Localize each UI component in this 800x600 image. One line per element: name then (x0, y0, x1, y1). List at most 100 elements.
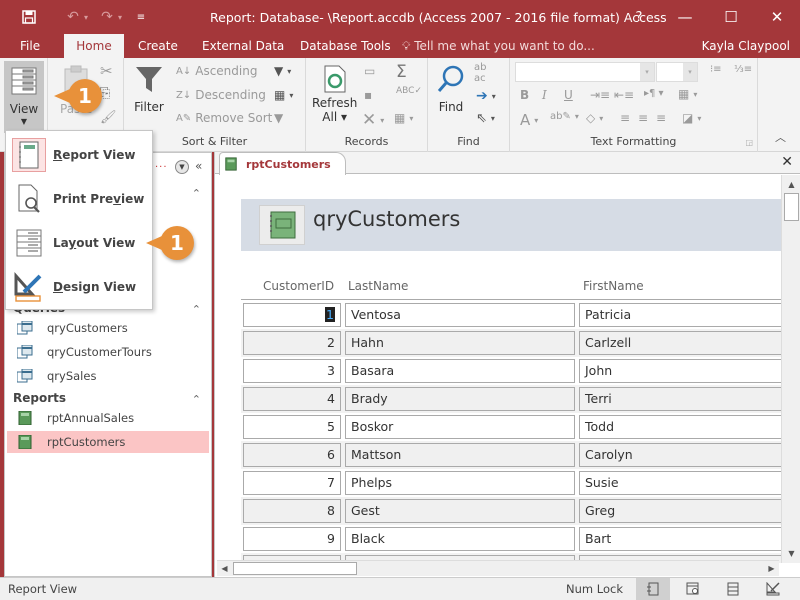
indent-icon[interactable]: ⇥≡ (590, 88, 610, 102)
tab-file[interactable]: File (10, 34, 50, 58)
cell-last-name[interactable]: Basara (345, 359, 575, 383)
nav-item-rptcustomers[interactable]: rptCustomers (7, 431, 209, 453)
tab-external-data[interactable]: External Data (192, 34, 294, 58)
underline-button[interactable]: U (564, 88, 573, 102)
cell-last-name[interactable]: Mattson (345, 443, 575, 467)
cell-last-name[interactable]: Gest (345, 499, 575, 523)
scroll-right-icon[interactable]: ▶ (764, 561, 779, 576)
nav-item-qrycustomers[interactable]: qryCustomers (7, 317, 209, 339)
vertical-scroll-thumb[interactable] (784, 193, 799, 221)
cell-last-name[interactable]: Hahn (345, 331, 575, 355)
save-record-icon[interactable]: ▪ (364, 88, 372, 102)
statusbar-layout-view-button[interactable] (716, 578, 750, 600)
statusbar-print-preview-button[interactable] (676, 578, 710, 600)
cell-first-name[interactable]: Susie (579, 471, 781, 495)
column-header-lastname[interactable]: LastName (348, 279, 408, 293)
column-header-firstname[interactable]: FirstName (583, 279, 644, 293)
collapse-reports-icon[interactable]: ⌃ (192, 393, 201, 406)
scroll-up-icon[interactable]: ▲ (784, 177, 799, 192)
toggle-filter-icon[interactable]: ▼ (274, 111, 283, 125)
statusbar-design-view-button[interactable] (756, 578, 790, 600)
align-center-icon[interactable]: ≡ (638, 111, 648, 125)
refresh-all-button[interactable]: Refresh All ▾ (312, 64, 357, 124)
collapse-ribbon-icon[interactable]: ︿ (775, 129, 786, 145)
cell-first-name[interactable]: Todd (579, 415, 781, 439)
alternate-row-color-icon[interactable]: ◪ ▾ (682, 111, 701, 125)
dialog-launcher-icon[interactable]: ◲ (745, 138, 753, 147)
cell-last-name[interactable]: Boskor (345, 415, 575, 439)
gridlines-icon[interactable]: ▦ ▾ (678, 87, 697, 101)
collapse-tables-icon[interactable]: ⌃ (192, 187, 201, 200)
cell-customer-id[interactable]: 8 (243, 499, 341, 523)
fill-color-icon[interactable]: ◇ ▾ (586, 111, 603, 125)
more-icon[interactable]: ▦ ▾ (394, 111, 413, 125)
cell-customer-id[interactable]: 2 (243, 331, 341, 355)
cell-last-name[interactable]: Black (345, 527, 575, 551)
horizontal-scrollbar[interactable]: ◀ ▶ (217, 560, 779, 576)
save-icon[interactable] (18, 8, 40, 26)
spelling-icon[interactable]: ABC✓ (396, 86, 422, 96)
menu-item-print-preview[interactable]: Print Preview (6, 177, 152, 221)
column-header-customerid[interactable]: CustomerID (263, 279, 334, 293)
cell-last-name[interactable]: Ventosa (345, 303, 575, 327)
cell-first-name[interactable]: Terri (579, 387, 781, 411)
format-painter-icon[interactable]: 🖌︎ (100, 110, 117, 125)
menu-item-design-view[interactable]: Design View (6, 265, 152, 309)
maximize-button[interactable]: ☐ (708, 0, 754, 34)
goto-icon[interactable]: ➔ ▾ (476, 88, 496, 104)
totals-icon[interactable]: Σ (396, 62, 407, 82)
cell-customer-id[interactable]: 3 (243, 359, 341, 383)
collapse-queries-icon[interactable]: ⌃ (192, 303, 201, 316)
cell-first-name[interactable]: Greg (579, 499, 781, 523)
close-button[interactable]: ✕ (754, 0, 800, 34)
numbering-icon[interactable]: ⅓≡ (734, 64, 752, 75)
descending-button[interactable]: Z↓ Descending (176, 88, 266, 102)
reports-header[interactable]: Reports (13, 391, 66, 405)
redo-dropdown-icon[interactable]: ▾ (118, 13, 130, 22)
undo-dropdown-icon[interactable]: ▾ (84, 13, 96, 22)
doc-tab-rptcustomers[interactable]: rptCustomers (219, 152, 346, 175)
ascending-button[interactable]: A↓ Ascending (176, 64, 257, 78)
find-button[interactable]: Find (436, 64, 466, 114)
cell-last-name[interactable]: Brady (345, 387, 575, 411)
cell-last-name[interactable]: Phelps (345, 471, 575, 495)
user-name[interactable]: Kayla Claypool (702, 34, 790, 58)
customize-qat-icon[interactable]: ≡ (130, 8, 152, 26)
minimize-button[interactable]: — (662, 0, 708, 34)
menu-item-report-view[interactable]: Report View (6, 133, 152, 177)
align-right-icon[interactable]: ≡ (656, 111, 666, 125)
scroll-left-icon[interactable]: ◀ (217, 561, 232, 576)
help-button[interactable]: ? (616, 0, 662, 34)
italic-button[interactable]: I (542, 88, 547, 102)
select-icon[interactable]: ⇖ ▾ (476, 111, 495, 126)
cell-customer-id[interactable]: 7 (243, 471, 341, 495)
font-color-button[interactable]: A ▾ (520, 111, 538, 129)
cell-customer-id[interactable]: 9 (243, 527, 341, 551)
nav-menu-dropdown-icon[interactable]: ▼ (175, 160, 189, 174)
cell-customer-id[interactable]: 1 (243, 303, 341, 327)
tab-database-tools[interactable]: Database Tools (290, 34, 401, 58)
font-name-select[interactable]: ▾ (515, 62, 655, 82)
tell-me-search[interactable]: 💡︎ Tell me what you want to do... (402, 34, 595, 58)
new-record-icon[interactable]: ▭ (364, 64, 375, 78)
close-document-icon[interactable]: ✕ (781, 154, 793, 170)
replace-icon[interactable]: ab ac (474, 62, 486, 84)
tab-create[interactable]: Create (128, 34, 188, 58)
outdent-icon[interactable]: ⇤≡ (614, 88, 634, 102)
paragraph-direction-icon[interactable]: ▸¶ ▾ (644, 88, 664, 99)
nav-item-qrysales[interactable]: qrySales (7, 365, 209, 387)
cell-first-name[interactable]: John (579, 359, 781, 383)
shutter-bar-close-icon[interactable]: « (195, 159, 202, 173)
menu-item-layout-view[interactable]: Layout View (6, 221, 152, 265)
nav-item-qrycustomertours[interactable]: qryCustomerTours (7, 341, 209, 363)
vertical-scrollbar[interactable]: ▲ ▼ (781, 175, 800, 563)
undo-icon[interactable]: ↶ (62, 8, 84, 26)
redo-icon[interactable]: ↷ (96, 8, 118, 26)
horizontal-scroll-thumb[interactable] (233, 562, 357, 575)
cell-customer-id[interactable]: 6 (243, 443, 341, 467)
align-left-icon[interactable]: ≡ (620, 111, 630, 125)
cell-first-name[interactable]: Carlzell (579, 331, 781, 355)
cut-icon[interactable]: ✂ (100, 62, 113, 80)
selection-filter-icon[interactable]: ▼ ▾ (274, 64, 291, 78)
delete-icon[interactable]: ✕ ▾ (362, 110, 384, 130)
